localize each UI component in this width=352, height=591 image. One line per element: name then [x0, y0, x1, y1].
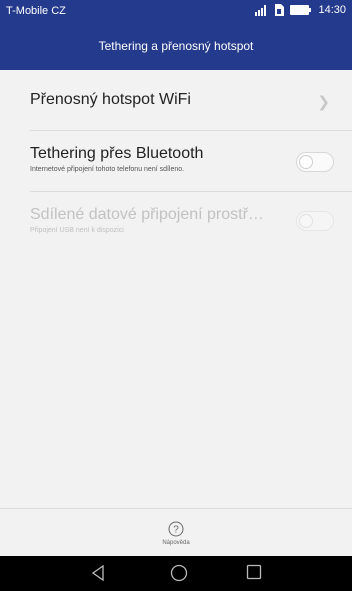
usb-tethering-toggle — [296, 211, 334, 231]
carrier-name: T-Mobile CZ — [6, 5, 66, 17]
sim-icon — [274, 4, 285, 16]
svg-text:?: ? — [173, 524, 179, 535]
recent-apps-icon[interactable] — [246, 564, 262, 585]
navigation-bar — [0, 556, 352, 591]
page-title-bar: Tethering a přenosný hotspot — [0, 22, 352, 70]
help-label: Nápověda — [162, 539, 190, 546]
bottom-action-bar: ? Nápověda — [0, 508, 352, 557]
help-icon: ? — [168, 521, 184, 537]
chevron-right-icon: ❯ — [317, 94, 330, 111]
signal-icon — [254, 4, 268, 16]
page-title: Tethering a přenosný hotspot — [98, 39, 254, 53]
help-button[interactable]: ? Nápověda — [162, 521, 190, 546]
bluetooth-tethering-toggle[interactable] — [296, 152, 334, 172]
settings-list: Přenosný hotspot WiFi ❯ Tethering přes B… — [0, 70, 352, 254]
status-bar: T-Mobile CZ 14:30 — [0, 0, 352, 22]
wifi-hotspot-label: Přenosný hotspot WiFi — [30, 91, 191, 108]
bluetooth-tethering-item[interactable]: Tethering přes Bluetooth Internetové při… — [0, 131, 352, 191]
battery-icon — [290, 5, 312, 15]
wifi-hotspot-item[interactable]: Přenosný hotspot WiFi ❯ — [0, 70, 352, 130]
usb-tethering-item: Sdílené datové připojení prostř… Připoje… — [0, 192, 352, 254]
home-icon[interactable] — [170, 564, 188, 587]
status-icons: 14:30 — [254, 4, 346, 16]
back-icon[interactable] — [90, 564, 106, 587]
clock: 14:30 — [318, 4, 346, 16]
